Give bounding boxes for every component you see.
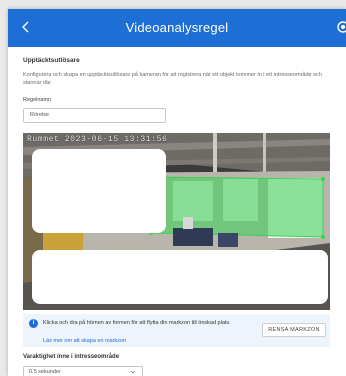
privacy-mask [32,148,166,233]
video-timestamp: Rummet 2023-06-15 13:31:56 [27,134,168,144]
settings-button[interactable] [334,18,346,36]
duration-select[interactable]: 0.5 sekunder [23,365,143,376]
rule-name-label: Regelnamn [23,97,52,103]
page-content: Upptäcktsutlösare Konfigurera och skapa … [8,57,346,376]
page-title: Videoanalysregel [125,20,229,35]
section-title-detector: Upptäcktsutlösare [23,57,80,64]
clear-zone-button[interactable]: RENSA MARKZON [262,322,326,337]
info-text: Klicka och dra på hörnen av formen för a… [43,319,231,326]
duration-selected-value: 0.5 sekunder [29,368,61,375]
detector-description: Konfigurera och skapa en upptäcktsutlösa… [23,72,322,86]
chevron-down-icon [130,370,136,374]
rule-name-input[interactable] [23,107,166,123]
duration-title: Varaktighet inne i intresseområde [23,353,120,360]
info-banner: i Klicka och dra på hörnen av formen för… [23,313,330,347]
learn-more-link[interactable]: Läs mer om att skapa en markzon [43,338,126,344]
camera-preview[interactable]: Rummet 2023-06-15 13:31:56 [23,132,330,310]
info-icon: i [29,318,38,328]
app-window: Videoanalysregel Upptäcktsutlösare Konfi… [8,9,346,376]
app-header: Videoanalysregel [8,9,346,47]
privacy-mask [32,249,328,304]
gear-icon [337,21,346,33]
